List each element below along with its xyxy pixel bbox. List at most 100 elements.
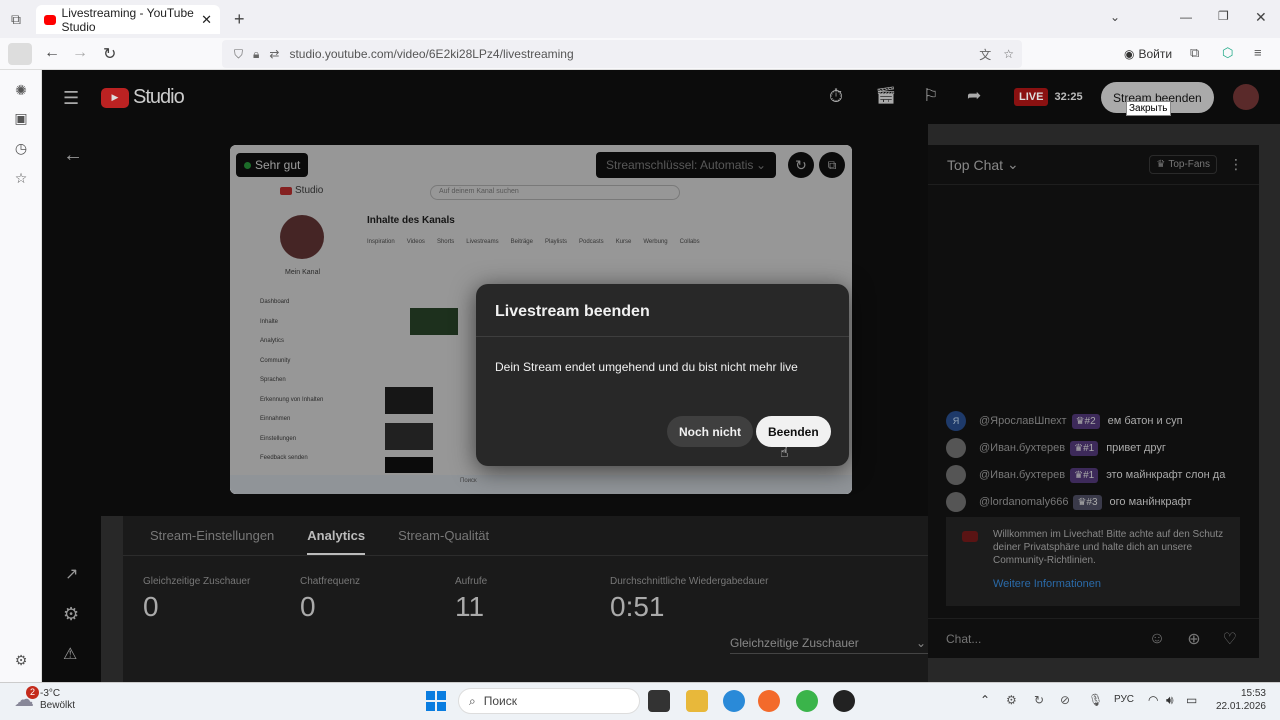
sidebar-settings-icon[interactable]: ⚙ — [11, 650, 31, 670]
metric-value: 0 — [143, 591, 159, 622]
chevron-down-icon[interactable]: ⌄ — [1007, 156, 1019, 173]
language-indicator[interactable]: РУС — [1114, 694, 1134, 705]
back-icon[interactable]: ← — [44, 44, 60, 62]
chat-username: @Иван.бухтерев — [979, 469, 1066, 481]
chat-message[interactable]: Я @ЯрославШпехт ♛ #2 ем батон и суп — [946, 411, 1183, 431]
minimize-icon[interactable]: — — [1180, 10, 1192, 24]
taskbar-search[interactable]: ⌕ Поиск — [458, 688, 640, 714]
avatar[interactable] — [1233, 84, 1259, 110]
task-view-icon[interactable] — [648, 690, 670, 712]
divider — [476, 336, 849, 337]
close-window-icon[interactable]: ✕ — [1255, 9, 1267, 26]
forward-icon[interactable]: → — [72, 44, 88, 62]
end-livestream-dialog: Livestream beenden Dein Stream endet umg… — [476, 284, 849, 466]
tab-dropdown-icon[interactable]: ⌄ — [1110, 10, 1120, 24]
emoji-icon[interactable]: ☺ — [1149, 630, 1165, 648]
tray-chevron-icon[interactable]: ⌃ — [980, 693, 990, 707]
browser-tab[interactable]: Livestreaming - YouTube Studio ✕ — [36, 5, 220, 34]
weather-badge: 2 — [26, 686, 39, 699]
chat-message[interactable]: @Иван.бухтерев ♛ #1 это майнкрафт слон да — [946, 465, 1225, 485]
tab-stream-quality[interactable]: Stream-Qualität — [398, 528, 489, 543]
metric-value: 0 — [300, 591, 316, 622]
search-icon: ⌕ — [469, 693, 476, 708]
bookmark-icon[interactable]: ⚐ — [923, 86, 938, 106]
timer-icon[interactable]: ⏱ — [829, 86, 843, 107]
chat-input[interactable] — [946, 631, 1126, 646]
cancel-button[interactable]: Noch nicht — [667, 416, 753, 447]
heart-icon[interactable]: ♡ — [1223, 629, 1237, 649]
chevron-down-icon: ⌄ — [915, 635, 926, 650]
edge-icon[interactable] — [723, 690, 745, 712]
bookmarks-icon[interactable]: ☆ — [11, 168, 31, 188]
metric-0: Gleichzeitige Zuschauer 0 — [143, 576, 250, 623]
close-tab-icon[interactable]: ✕ — [201, 12, 212, 28]
studio-logo[interactable]: ▶ Studio — [101, 86, 185, 109]
extensions-icon[interactable]: ⧉ — [1190, 45, 1199, 61]
youtube-logo-icon — [962, 531, 978, 542]
metric-value: 0:51 — [610, 591, 665, 622]
hamburger-menu-icon[interactable]: ☰ — [63, 88, 79, 109]
chat-avatar — [946, 438, 966, 458]
back-arrow-icon[interactable]: ← — [63, 144, 83, 167]
obs-icon[interactable] — [833, 690, 855, 712]
windows-start-icon[interactable] — [426, 691, 446, 711]
tray-icon[interactable]: ⚙ — [1006, 693, 1017, 707]
youtube-logo-icon: ▶ — [101, 87, 129, 108]
settings-gear-icon[interactable]: ⚙ — [63, 604, 79, 625]
translate-icon[interactable]: 文 — [979, 46, 991, 63]
microphone-icon[interactable]: 🎙︎ — [1088, 693, 1103, 707]
bookmark-star-icon[interactable]: ☆ — [1003, 47, 1014, 61]
chat-username: @Иван.бухтерев — [979, 442, 1066, 454]
metric-value: 11 — [455, 591, 485, 622]
panel-tabs: Stream-Einstellungen Analytics Stream-Qu… — [123, 516, 928, 556]
chat-header: Top Chat ⌄ ♛ Top-Fans ⋮ — [928, 145, 1259, 185]
clock[interactable]: 15:53 22.01.2026 — [1212, 687, 1266, 713]
confirm-end-button[interactable]: Beenden — [756, 416, 831, 447]
wifi-icon[interactable]: ◠ — [1148, 693, 1158, 707]
clapperboard-icon[interactable]: 🎬︎ — [875, 86, 897, 106]
firefox-icon[interactable] — [758, 690, 780, 712]
menu-icon[interactable]: ≡ — [1254, 45, 1262, 60]
chat-text: ем батон и суп — [1107, 415, 1183, 427]
chat-message[interactable]: @Иван.бухтерев ♛ #1 привет друг — [946, 438, 1166, 458]
sidebar-toggle-icon[interactable] — [8, 43, 32, 65]
popout-icon[interactable]: ↗ — [65, 564, 78, 584]
url-text: studio.youtube.com/video/6E2ki28LPz4/liv… — [289, 47, 574, 61]
tab-analytics[interactable]: Analytics — [307, 516, 366, 555]
chat-username: @ЯрославШпехт — [979, 415, 1067, 427]
file-explorer-icon[interactable] — [686, 690, 708, 712]
metric-dropdown[interactable]: Gleichzeitige Zuschauer ⌄ — [730, 632, 928, 654]
more-info-link[interactable]: Weitere Informationen — [993, 578, 1101, 590]
crown-icon: ♛ — [1075, 415, 1085, 427]
battery-icon[interactable]: ▭ — [1186, 693, 1197, 707]
signin-button[interactable]: ◉ Войти — [1124, 44, 1172, 64]
ai-chat-icon[interactable]: ✺ — [11, 80, 31, 100]
app-icon[interactable] — [796, 690, 818, 712]
maximize-icon[interactable]: ❐ — [1218, 9, 1229, 23]
chat-mode-select[interactable]: Top Chat — [947, 157, 1003, 173]
history-icon[interactable]: ◷ — [11, 138, 31, 158]
url-bar[interactable]: ⛉ 🔒︎ ⇄ studio.youtube.com/video/6E2ki28L… — [222, 40, 1022, 68]
weather-widget[interactable]: ☁ 2 -3°C Bewölkt — [14, 686, 75, 712]
tray-icon[interactable]: ↻ — [1034, 693, 1044, 707]
top-fans-button[interactable]: ♛ Top-Fans — [1149, 155, 1217, 174]
tray-icon[interactable]: ⊘ — [1060, 693, 1070, 707]
chat-avatar — [946, 465, 966, 485]
more-options-icon[interactable]: ⋮ — [1229, 156, 1243, 173]
tab-list-icon[interactable]: ⧉ — [6, 9, 26, 29]
permissions-icon: ⇄ — [269, 47, 280, 61]
browser-tab-bar: ⧉ Livestreaming - YouTube Studio ✕ + ⌄ —… — [0, 0, 1280, 38]
new-tab-button[interactable]: + — [234, 9, 245, 30]
feedback-icon[interactable]: ⚠ — [63, 644, 77, 664]
synced-tabs-icon[interactable]: ▣ — [11, 108, 31, 128]
share-icon[interactable]: ➦ — [967, 86, 981, 106]
add-icon[interactable]: ⊕ — [1187, 629, 1200, 649]
volume-icon[interactable]: 🔊︎ — [1166, 693, 1174, 708]
chat-message[interactable]: @lordanomaly666 ♛ #3 ого манйнкрафт — [946, 492, 1191, 512]
extension-icon[interactable]: ⬡ — [1222, 45, 1233, 61]
reload-icon[interactable]: ↻ — [103, 44, 116, 64]
metric-label: Durchschnittliche Wiedergabedauer — [610, 576, 769, 587]
tab-stream-settings[interactable]: Stream-Einstellungen — [150, 528, 274, 543]
live-chat: Top Chat ⌄ ♛ Top-Fans ⋮ Я @ЯрославШпехт ♛ #2 е… — [928, 145, 1259, 658]
crown-icon: ♛ — [1077, 496, 1087, 508]
